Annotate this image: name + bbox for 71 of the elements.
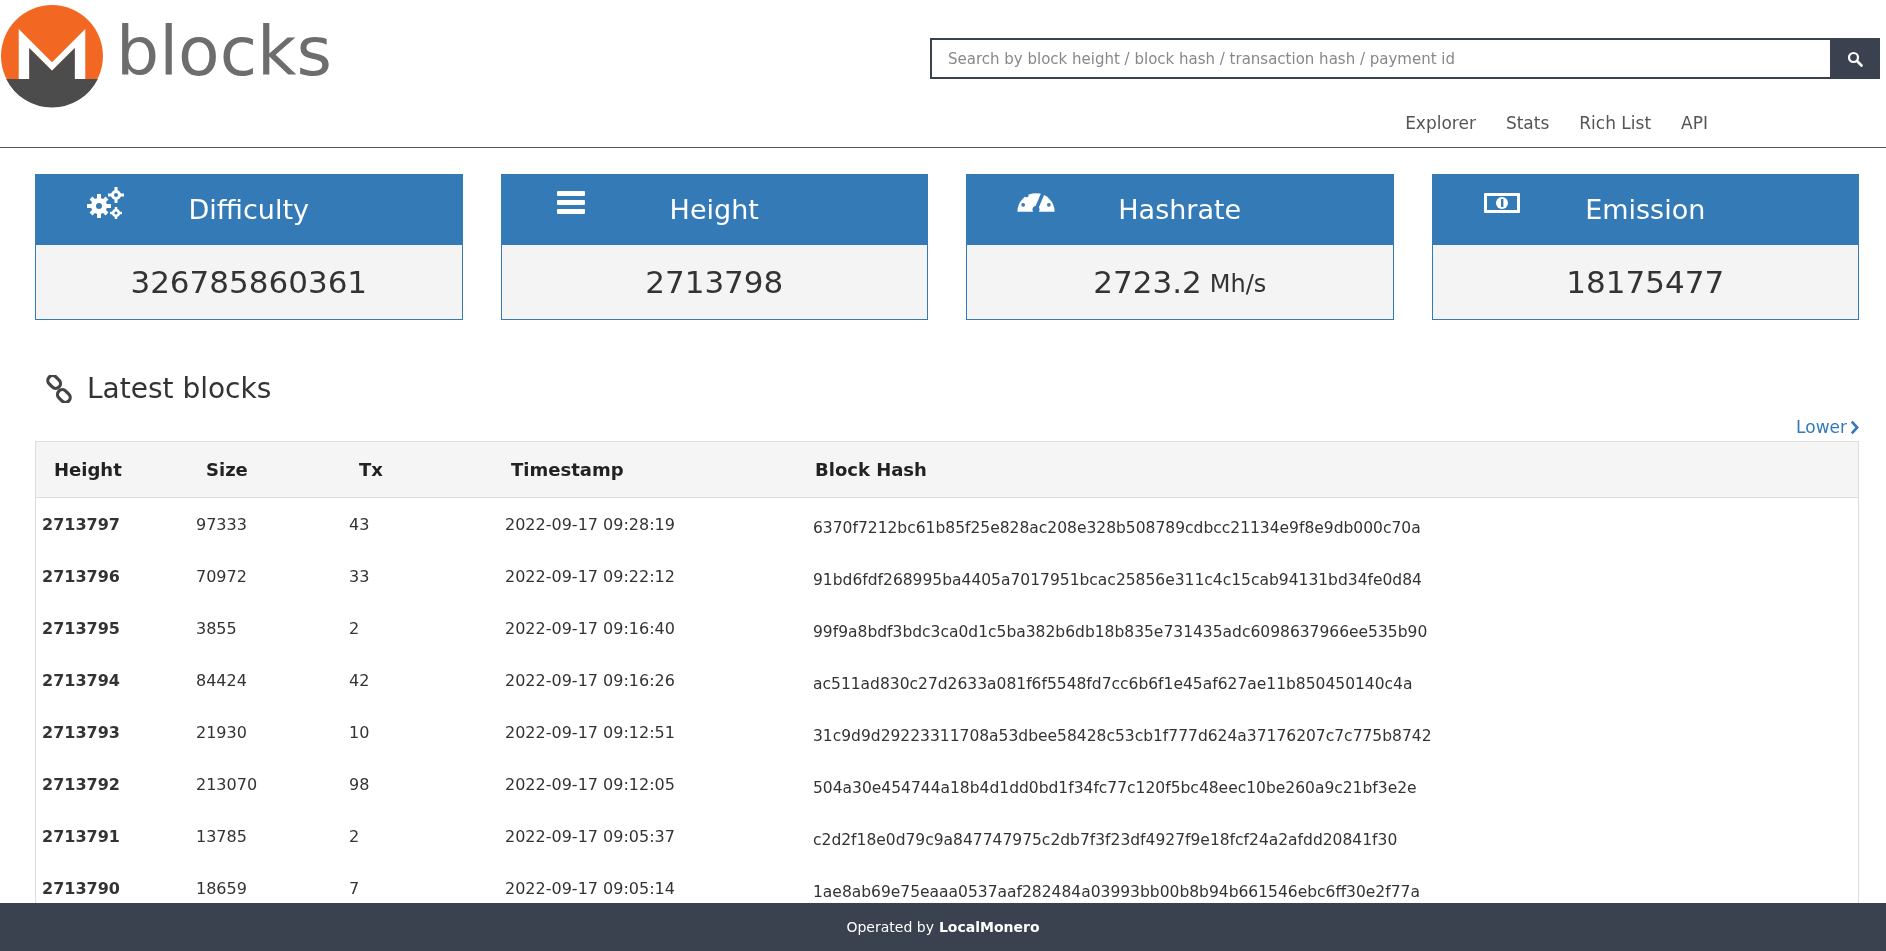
stat-title: Difficulty bbox=[187, 194, 310, 225]
table-cell-text: 42 bbox=[349, 670, 371, 690]
block-hash-link[interactable]: 99f9a8bdf3bdc3ca0d1c5ba382b6db18b835e731435adc6098637966ee535b90 bbox=[813, 615, 1858, 641]
table-cell-text: 2022-09-17 09:28:19 bbox=[505, 514, 676, 534]
search-button[interactable] bbox=[1830, 38, 1880, 79]
block-hash-link[interactable]: 6370f7212bc61b85f25e828ac208e328b508789cdbcc21134e9f8e9db000c70a bbox=[813, 511, 1858, 537]
table-cell-text: 13785 bbox=[196, 826, 248, 846]
block-height-link[interactable]: 2713796 bbox=[36, 566, 196, 586]
block-height-link[interactable]: 2713794 bbox=[36, 670, 196, 690]
nav-link[interactable]: Stats bbox=[1505, 113, 1550, 133]
table-cell-text: 10 bbox=[349, 722, 371, 742]
stat-value: 2723.2 bbox=[1093, 264, 1202, 300]
footer-link[interactable]: LocalMonero bbox=[938, 919, 1040, 935]
search-field[interactable]: Search by block height / block hash / transaction hash / payment id bbox=[930, 38, 1830, 79]
nav-link[interactable]: API bbox=[1681, 113, 1708, 133]
table-cell-text: 21930 bbox=[196, 722, 248, 742]
table-cell-text: 2022-09-17 09:05:37 bbox=[505, 826, 676, 846]
stat-value: 2713798 bbox=[645, 264, 784, 300]
table-cell-text: 43 bbox=[349, 514, 371, 534]
column-header: Block Hash bbox=[815, 459, 928, 480]
table-cell-text: 2022-09-17 09:05:14 bbox=[505, 878, 676, 898]
table-cell-text: 33 bbox=[349, 566, 371, 586]
block-hash-link[interactable]: 91bd6fdf268995ba4405a7017951bcac25856e311c4c15cab94131bd34fe0d84 bbox=[813, 563, 1858, 589]
chevron-right-icon bbox=[1850, 419, 1859, 435]
table-cell-text: 2022-09-17 09:12:51 bbox=[505, 722, 676, 742]
block-height-link[interactable]: 2713792 bbox=[36, 774, 196, 794]
block-hash-link[interactable]: 31c9d9d29223311708a53dbee58428c53cb1f777d624a37176207c7c775b8742 bbox=[813, 719, 1858, 745]
site-logo-text[interactable]: blocks bbox=[116, 18, 332, 86]
table-cell-text: 97333 bbox=[196, 514, 248, 534]
table-cell-text: 3855 bbox=[196, 618, 238, 638]
table-cell-text: 2022-09-17 09:16:26 bbox=[505, 670, 676, 690]
block-height-link[interactable]: 2713797 bbox=[36, 514, 196, 534]
section-title: Latest blocks bbox=[87, 372, 272, 405]
pager-link[interactable]: Lower bbox=[1796, 417, 1859, 437]
column-header: Size bbox=[206, 459, 249, 480]
monero-logo-icon[interactable] bbox=[0, 4, 104, 108]
table-cell-text: 2022-09-17 09:16:40 bbox=[505, 618, 676, 638]
gauge-icon bbox=[1016, 192, 1056, 213]
block-height-link[interactable]: 2713791 bbox=[36, 826, 196, 846]
table-cell-text: 18659 bbox=[196, 878, 248, 898]
table-cell-text: 7 bbox=[349, 878, 361, 898]
table-cell-text: 2 bbox=[349, 826, 361, 846]
stat-title: Height bbox=[668, 194, 760, 225]
block-height-link[interactable]: 2713795 bbox=[36, 618, 196, 638]
column-header: Tx bbox=[359, 459, 384, 480]
table-cell-text: 2 bbox=[349, 618, 361, 638]
block-hash-link[interactable]: c2d2f18e0d79c9a847747975c2db7f3f23df4927f9e18fcf24a2afdd20841f30 bbox=[813, 823, 1858, 849]
stat-value: 18175477 bbox=[1566, 264, 1725, 300]
search-icon bbox=[1847, 50, 1863, 67]
table-cell-text: 2022-09-17 09:12:05 bbox=[505, 774, 676, 794]
block-height-link[interactable]: 2713790 bbox=[36, 878, 196, 898]
chain-link-icon bbox=[45, 374, 73, 403]
stat-title: Hashrate bbox=[1117, 194, 1243, 225]
stat-value: 326785860361 bbox=[130, 264, 368, 300]
table-cell-text: 98 bbox=[349, 774, 371, 794]
table-cell-text: 70972 bbox=[196, 566, 248, 586]
stat-title: Emission bbox=[1584, 194, 1707, 225]
block-hash-link[interactable]: 504a30e454744a18b4d1dd0bd1f34fc77c120f5bc48eec10be260a9c21bf3e2e bbox=[813, 771, 1858, 797]
table-cell-text: 213070 bbox=[196, 774, 259, 794]
nav-link[interactable]: Explorer bbox=[1405, 113, 1476, 133]
block-hash-link[interactable]: 1ae8ab69e75eaaa0537aaf282484a03993bb00b8b94b661546ebc6ff30e2f77a bbox=[813, 875, 1858, 901]
gears-icon bbox=[85, 185, 125, 220]
stat-unit: Mh/s bbox=[1209, 269, 1267, 298]
column-header: Timestamp bbox=[511, 459, 625, 480]
block-height-link[interactable]: 2713793 bbox=[36, 722, 196, 742]
nav-link[interactable]: Rich List bbox=[1579, 113, 1652, 133]
footer-text: Operated by bbox=[846, 919, 934, 935]
table-cell-text: 2022-09-17 09:22:12 bbox=[505, 566, 676, 586]
block-hash-link[interactable]: ac511ad830c27d2633a081f6f5548fd7cc6b6f1e45af627ae11b850450140c4a bbox=[813, 667, 1858, 693]
table-cell-text: 84424 bbox=[196, 670, 248, 690]
column-header: Height bbox=[53, 459, 123, 480]
